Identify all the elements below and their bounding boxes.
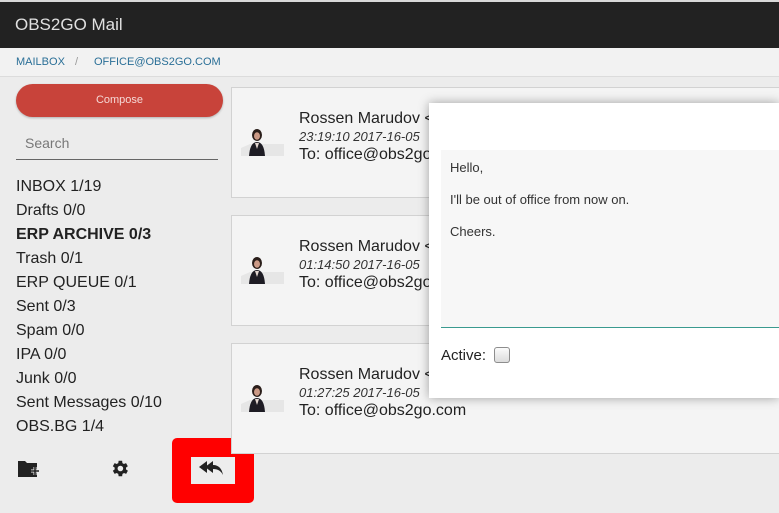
app-title: OBS2GO Mail xyxy=(15,15,123,34)
folder-spam[interactable]: Spam 0/0 xyxy=(16,319,162,343)
new-folder-icon[interactable] xyxy=(17,458,40,485)
avatar xyxy=(241,382,284,412)
folder-erp-queue[interactable]: ERP QUEUE 0/1 xyxy=(16,271,162,295)
folder-ipa[interactable]: IPA 0/0 xyxy=(16,343,162,367)
active-checkbox[interactable] xyxy=(494,347,510,363)
folder-list: INBOX 1/19 Drafts 0/0 ERP ARCHIVE 0/3 Tr… xyxy=(16,175,162,439)
message-line: I'll be out of office from now on. xyxy=(450,192,630,207)
breadcrumb-account[interactable]: OFFICE@OBS2GO.COM xyxy=(94,56,221,68)
avatar xyxy=(241,254,284,284)
active-label: Active: xyxy=(441,347,487,364)
breadcrumb: MAILBOX / OFFICE@OBS2GO.COM xyxy=(0,48,779,77)
message-line: Cheers. xyxy=(450,224,496,239)
folder-drafts[interactable]: Drafts 0/0 xyxy=(16,199,162,223)
folder-inbox[interactable]: INBOX 1/19 xyxy=(16,175,162,199)
breadcrumb-mailbox[interactable]: MAILBOX xyxy=(16,56,65,68)
mail-time: 01:14:50 2017-16-05 xyxy=(299,257,420,272)
search-input[interactable] xyxy=(16,126,218,160)
folder-trash[interactable]: Trash 0/1 xyxy=(16,247,162,271)
avatar xyxy=(241,126,284,156)
compose-button[interactable]: Compose xyxy=(16,84,223,117)
folder-erp-archive[interactable]: ERP ARCHIVE 0/3 xyxy=(16,223,162,247)
mail-recipient: To: office@obs2go.com xyxy=(299,402,467,419)
mail-sender: Rossen Marudov < xyxy=(299,366,434,383)
autoreply-dialog: Hello, I'll be out of office from now on… xyxy=(429,103,779,398)
mail-sender: Rossen Marudov < xyxy=(299,238,434,255)
breadcrumb-separator: / xyxy=(75,56,79,68)
reply-icon[interactable] xyxy=(198,459,224,482)
folder-sent-messages[interactable]: Sent Messages 0/10 xyxy=(16,391,162,415)
top-bar: OBS2GO Mail xyxy=(0,0,779,48)
mail-sender: Rossen Marudov < xyxy=(299,110,434,127)
folder-obs-bg[interactable]: OBS.BG 1/4 xyxy=(16,415,162,439)
folder-sent[interactable]: Sent 0/3 xyxy=(16,295,162,319)
autoreply-message-field[interactable]: Hello, I'll be out of office from now on… xyxy=(441,150,779,328)
folder-junk[interactable]: Junk 0/0 xyxy=(16,367,162,391)
gear-icon[interactable] xyxy=(109,458,130,484)
mail-time: 23:19:10 2017-16-05 xyxy=(299,129,420,144)
mail-time: 01:27:25 2017-16-05 xyxy=(299,385,420,400)
message-line: Hello, xyxy=(450,160,484,175)
